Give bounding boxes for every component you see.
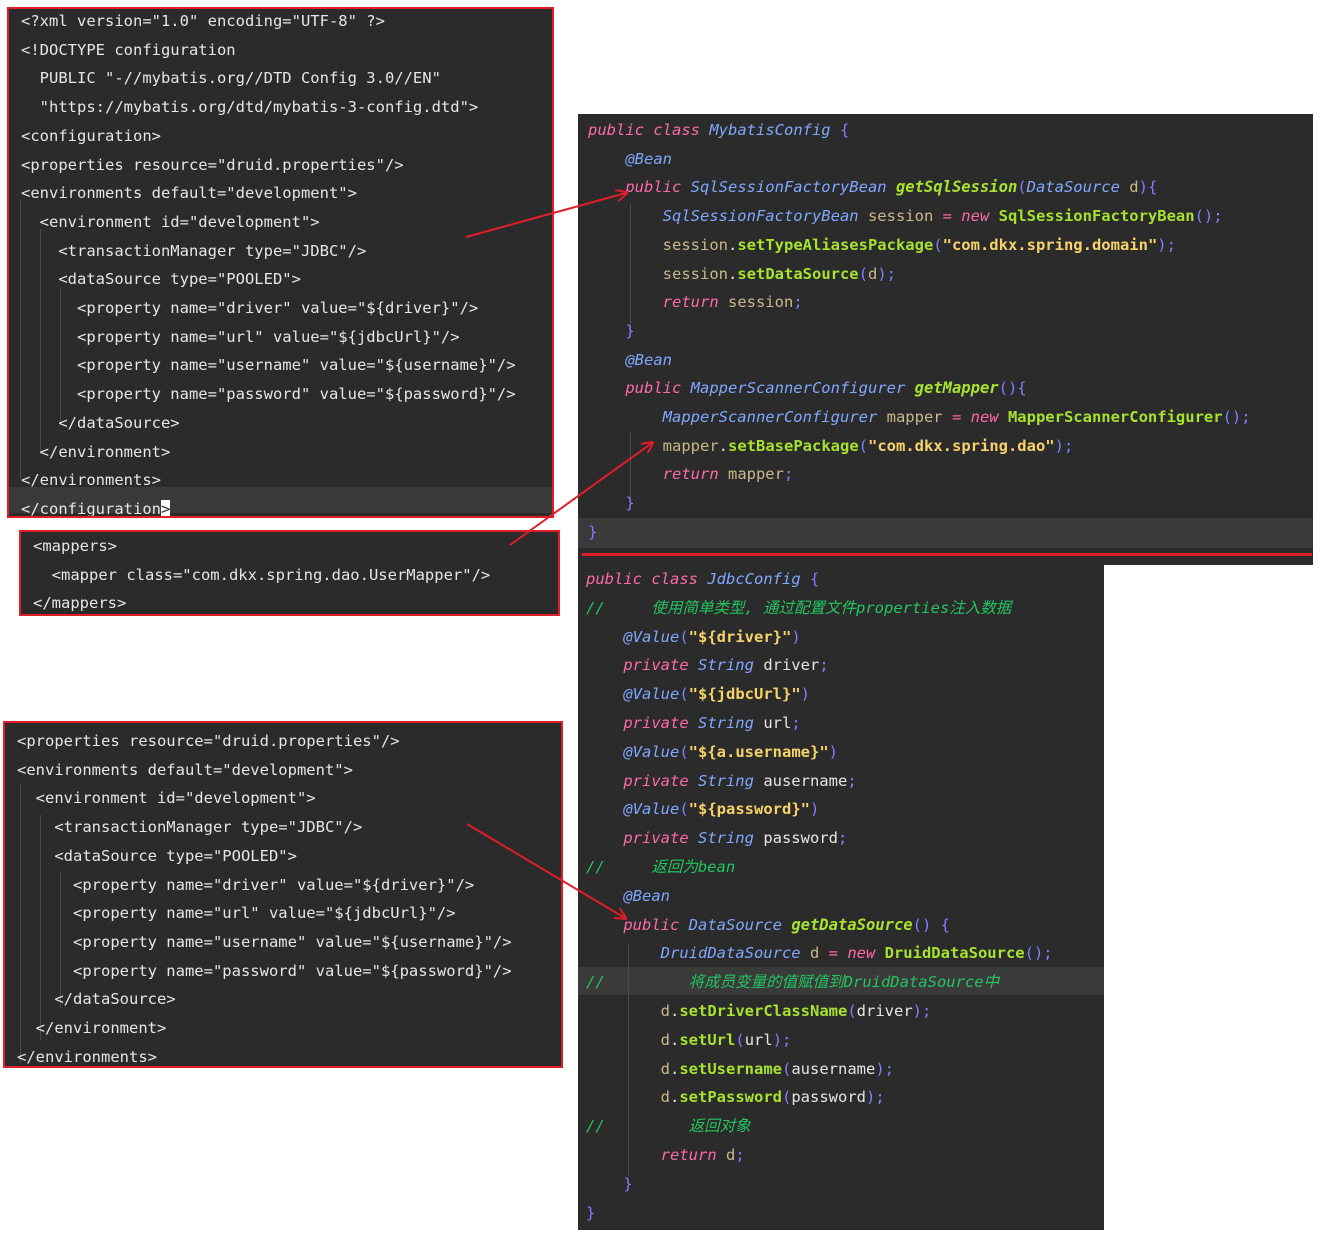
- arrow-mappers-to-basepackage: [509, 443, 652, 546]
- arrow-datasource-to-getdatasource: [466, 823, 625, 918]
- annotation-arrows: [465, 0, 1321, 1239]
- arrow-environments-to-sqlsession: [465, 193, 626, 238]
